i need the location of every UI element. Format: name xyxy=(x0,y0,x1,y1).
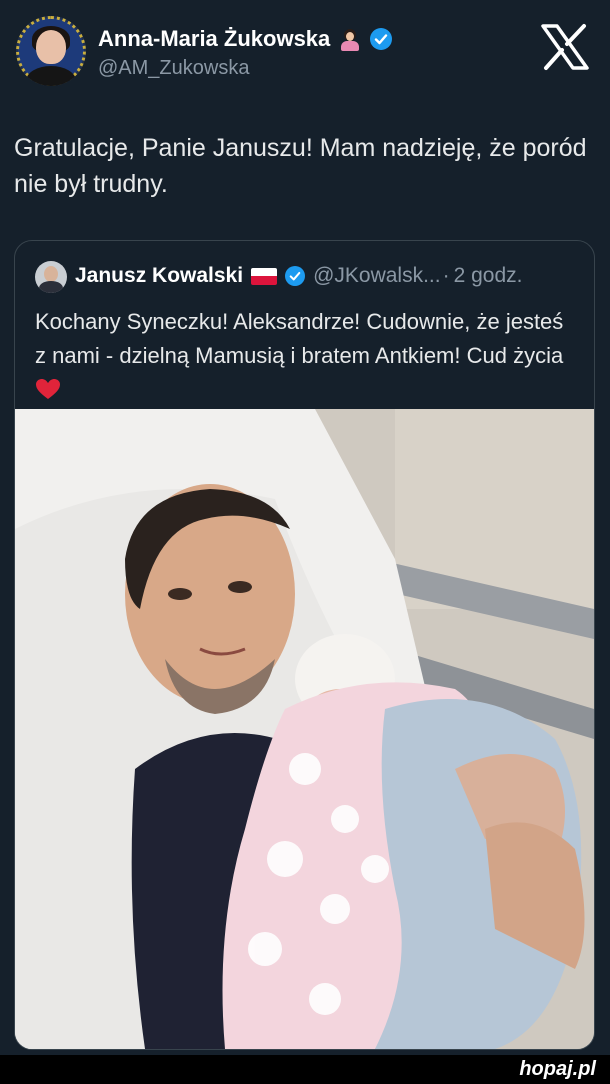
author-name-row: Anna-Maria Żukowska xyxy=(98,26,393,52)
poland-flag-icon xyxy=(251,267,278,285)
quoted-handle[interactable]: @JKowalsk... xyxy=(313,264,441,288)
quoted-tweet[interactable]: Janusz Kowalski @JKowalsk... · 2 godz. K… xyxy=(14,240,595,1050)
quoted-display-name[interactable]: Janusz Kowalski xyxy=(75,264,243,288)
tweet-text: Gratulacje, Panie Januszu! Mam nadzieję,… xyxy=(14,134,587,198)
quoted-text: Kochany Syneczku! Aleksandrze! Cudownie,… xyxy=(35,305,575,407)
man-holding-newborn-photo[interactable] xyxy=(15,409,594,1049)
x-logo-icon xyxy=(540,22,590,72)
quoted-verified-badge-icon xyxy=(285,266,306,286)
quoted-author-avatar[interactable] xyxy=(35,261,67,293)
footer-bar: hopaj.pl xyxy=(0,1055,610,1084)
quoted-text-body: Kochany Syneczku! Aleksandrze! Cudownie,… xyxy=(35,309,564,368)
quoted-name-row: Janusz Kowalski @JKowalsk... · 2 godz. xyxy=(75,264,522,288)
verified-badge-icon xyxy=(370,28,393,50)
tweet: Anna-Maria Żukowska @AM_Zukowska Gratula… xyxy=(0,0,610,1055)
woman-tipping-hand-emoji-icon xyxy=(338,27,362,51)
meta-separator: · xyxy=(442,264,450,287)
red-heart-icon xyxy=(36,379,60,399)
author-handle[interactable]: @AM_Zukowska xyxy=(98,57,249,80)
quoted-timestamp[interactable]: 2 godz. xyxy=(454,264,523,288)
author-display-name[interactable]: Anna-Maria Żukowska xyxy=(98,26,330,52)
watermark: hopaj.pl xyxy=(519,1058,596,1080)
author-avatar[interactable] xyxy=(16,16,86,86)
